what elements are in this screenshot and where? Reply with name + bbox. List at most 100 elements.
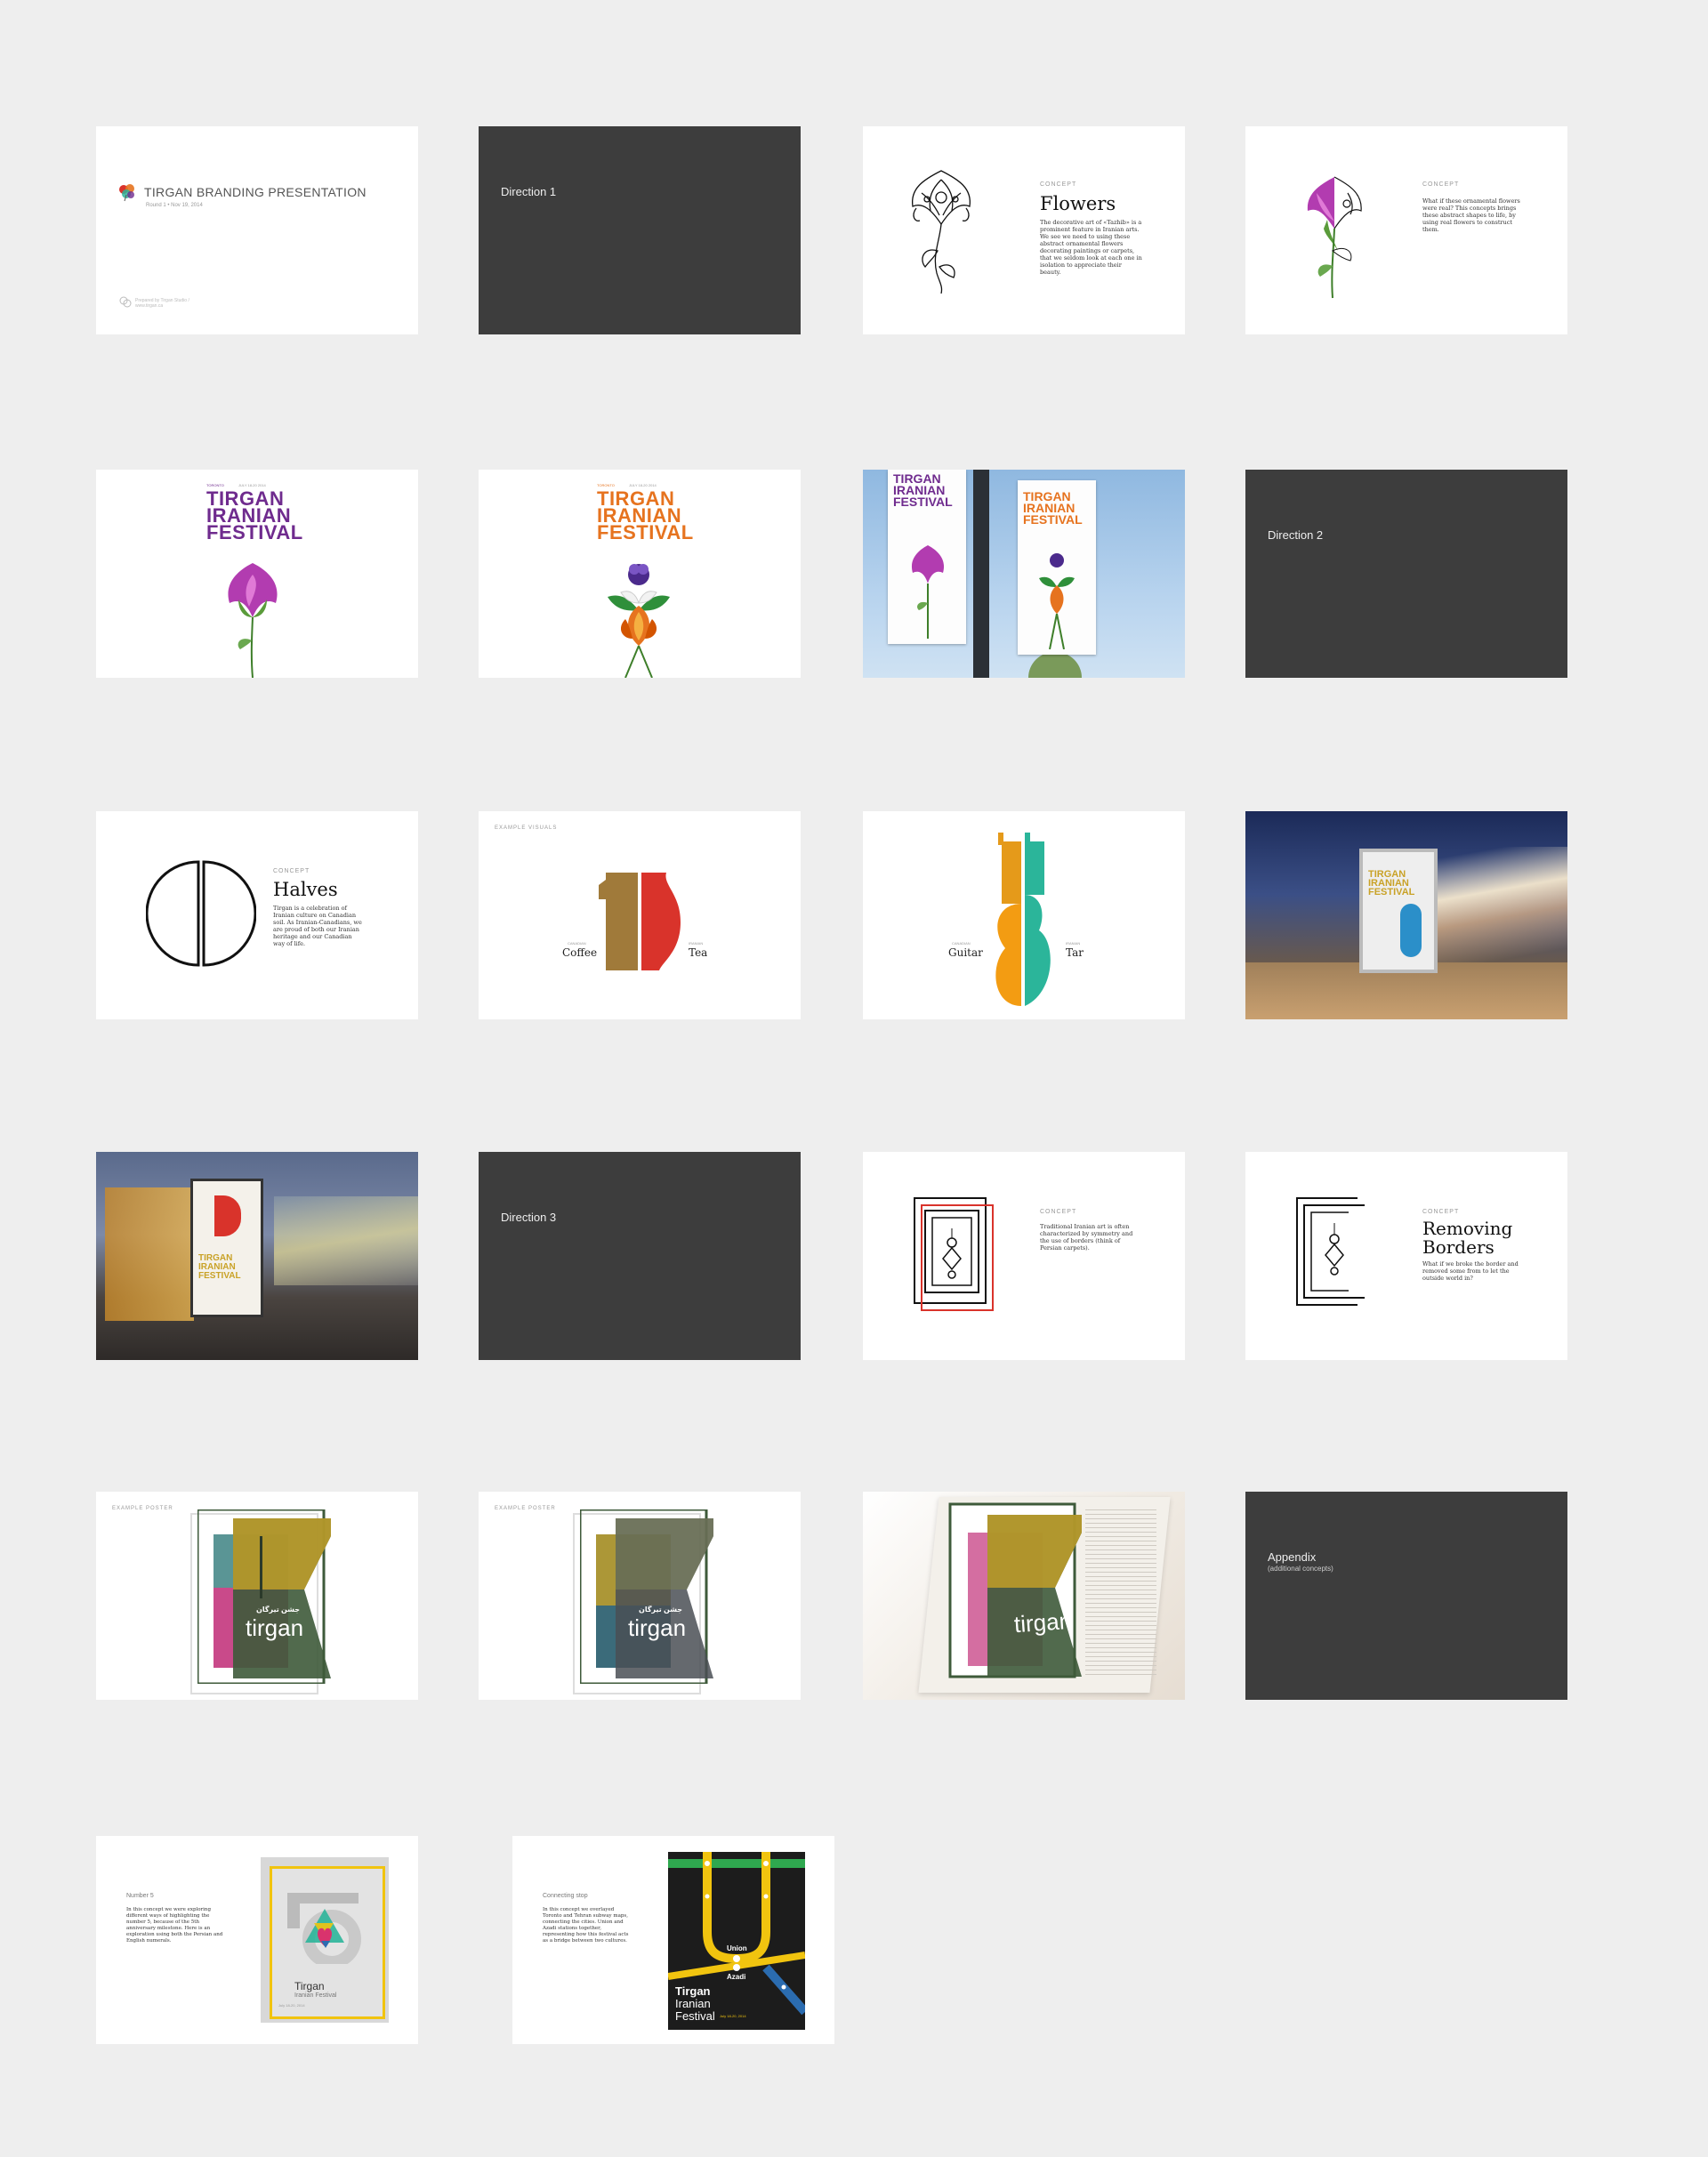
number5-label: Number 5 [126, 1893, 154, 1899]
ornamental-flower-icon [912, 170, 971, 294]
poster-persian-date-2: جشن تیرگان [639, 1606, 683, 1614]
banner-left-title-3: FESTIVAL [893, 495, 953, 509]
banner-right: TIRGAN IRANIAN FESTIVAL [1018, 480, 1096, 655]
poster-word-2: tirgan [628, 1614, 687, 1641]
slide-connecting-stop[interactable]: Connecting stop In this concept we overl… [512, 1836, 834, 2044]
subway-title-3: Festival [675, 2009, 715, 2023]
banner-left: TIRGAN IRANIAN FESTIVAL [888, 470, 966, 644]
coffee-label: Coffee [562, 946, 598, 959]
subway-title-2: Iranian [675, 1997, 711, 2010]
billboard-title-3: FESTIVAL [1368, 887, 1415, 897]
newspaper-poster-art [948, 1502, 1082, 1678]
slide-flowers-real[interactable]: CONCEPT What if these ornamental flowers… [1245, 126, 1567, 334]
subway-meta: July 18-20, 2014 [720, 2014, 746, 2018]
billboard-guitar-shape [1400, 904, 1422, 957]
banner-right-flower-icon [1039, 553, 1075, 649]
tea-label: Tea [689, 946, 708, 959]
motion-blur [274, 1196, 418, 1285]
slide-direction-2[interactable]: Direction 2 [1245, 470, 1567, 678]
slide-flowers-concept[interactable]: CONCEPT Flowers The decorative art of «T… [863, 126, 1185, 334]
guitar-small-label: CANADIAN [952, 941, 971, 946]
halves-heading: Halves [273, 879, 338, 900]
footer-logo-icon [119, 296, 132, 308]
slide-banner-photo[interactable]: TIRGAN IRANIAN FESTIVAL TIRGAN IRANIAN F… [863, 470, 1185, 678]
shelter-poster-shape [214, 1195, 241, 1236]
newspaper-text-lines [1085, 1509, 1156, 1678]
flowers-kicker: CONCEPT [1040, 181, 1077, 188]
slide-example-poster-1[interactable]: EXAMPLE POSTER جشن تیرگان tirgan [96, 1492, 418, 1700]
shelter-title-3: FESTIVAL [198, 1271, 241, 1281]
slide-coffee-tea[interactable]: EXAMPLE VISUALS CANADIAN Coffee IRANIAN … [479, 811, 801, 1019]
guitar-tar-icon [995, 833, 1051, 1006]
flowers-body: The decorative art of «Tazhib» is a prom… [1040, 219, 1142, 276]
flowers-heading: Flowers [1040, 193, 1116, 214]
slide-direction-3[interactable]: Direction 3 [479, 1152, 801, 1360]
tar-label: Tar [1066, 946, 1084, 959]
number5-poster: Tirgan Iranian Festival July 18-20, 2014 [261, 1857, 389, 2023]
tirgan-logo-icon [119, 184, 134, 202]
subway-poster: Union Azadi Tirgan Iranian Festival July… [668, 1852, 805, 2030]
slide-direction-1[interactable]: Direction 1 [479, 126, 801, 334]
poster-title-3: FESTIVAL [206, 521, 303, 543]
banner-right-title-3: FESTIVAL [1023, 512, 1083, 527]
billboard: TIRGAN IRANIAN FESTIVAL [1359, 849, 1438, 973]
concert-poster-art-2 [580, 1509, 713, 1684]
direction-2-label: Direction 2 [1268, 528, 1324, 542]
poster-word-1: tirgan [246, 1614, 304, 1641]
slide-number-5[interactable]: Number 5 In this concept we were explori… [96, 1836, 418, 2044]
connecting-label: Connecting stop [543, 1893, 588, 1899]
slide-poster-purple[interactable]: TORONTO JULY 18-20 2014 TIRGAN IRANIAN F… [96, 470, 418, 678]
poster-persian-date-1: جشن تیرگان [256, 1606, 301, 1614]
number5-poster-sub: Iranian Festival [294, 1992, 337, 1999]
tea-small-label: IRANIAN [689, 941, 704, 946]
poster-title-o3: FESTIVAL [597, 521, 694, 543]
borders-body: Traditional Iranian art is often charact… [1040, 1223, 1133, 1252]
slide-appendix[interactable]: Appendix (additional concepts) [1245, 1492, 1567, 1700]
coffee-small-label: CANADIAN [568, 941, 586, 946]
removing-borders-kicker: CONCEPT [1422, 1209, 1460, 1215]
connecting-body: In this concept we overlayed Toronto and… [543, 1907, 629, 1944]
appendix-sublabel: (additional concepts) [1268, 1565, 1333, 1573]
removing-borders-heading: Removing Borders [1422, 1218, 1513, 1258]
presentation-footer: Prepared by Tirgan Studio / www.tirgan.c… [135, 298, 189, 309]
slide-removing-borders[interactable]: CONCEPT Removing Borders What if we brok… [1245, 1152, 1567, 1360]
guitar-label: Guitar [948, 946, 983, 959]
slide-bus-shelter-photo[interactable]: TIRGAN IRANIAN FESTIVAL [96, 1152, 418, 1360]
borders-kicker: CONCEPT [1040, 1209, 1077, 1215]
slide-poster-orange[interactable]: TORONTO JULY 18-20 2014 TIRGAN IRANIAN F… [479, 470, 801, 678]
orange-flower-bouquet-icon [608, 564, 670, 678]
banner-left-flower-icon [911, 545, 945, 639]
slide-example-poster-2[interactable]: EXAMPLE POSTER جشن تیرگان tirgan [479, 1492, 801, 1700]
slide-halves-concept[interactable]: CONCEPT Halves Tirgan is a celebration o… [96, 811, 418, 1019]
example-poster-label-2: EXAMPLE POSTER [495, 1506, 556, 1511]
number5-body: In this concept we were exploring differ… [126, 1907, 223, 1944]
shelter-glow [105, 1187, 194, 1321]
tar-small-label: IRANIAN [1066, 941, 1081, 946]
slide-newspaper-photo[interactable]: tirgan [863, 1492, 1185, 1700]
tree-foliage [1028, 652, 1082, 678]
slide-borders-concept[interactable]: CONCEPT Traditional Iranian art is often… [863, 1152, 1185, 1360]
direction-3-label: Direction 3 [501, 1211, 557, 1224]
flowers2-kicker: CONCEPT [1422, 181, 1460, 188]
presentation-subtitle: Round 1 • Nov 19, 2014 [146, 203, 203, 208]
number5-poster-meta: July 18-20, 2014 [278, 2003, 305, 2008]
shelter-poster: TIRGAN IRANIAN FESTIVAL [190, 1179, 263, 1317]
slide-street-photo[interactable]: TIRGAN IRANIAN FESTIVAL [1245, 811, 1567, 1019]
removing-borders-body: What if we broke the border and removed … [1422, 1260, 1519, 1282]
example-visuals-label: EXAMPLE VISUALS [495, 825, 558, 831]
appendix-label: Appendix [1268, 1550, 1317, 1564]
number5-artwork-icon [287, 1893, 361, 1964]
slide-title[interactable]: TIRGAN BRANDING PRESENTATION Round 1 • N… [96, 126, 418, 334]
coffee-tea-icon [599, 873, 681, 970]
purple-flower-icon [228, 563, 278, 678]
example-poster-label-1: EXAMPLE POSTER [112, 1506, 173, 1511]
halves-circle-icon [146, 860, 256, 967]
slide-guitar-tar[interactable]: CANADIAN Guitar IRANIAN Tar [863, 811, 1185, 1019]
number5-poster-title: Tirgan [294, 1980, 325, 1992]
station-union: Union [727, 1944, 747, 1952]
station-azadi: Azadi [727, 1973, 746, 1981]
skyline-poster-art-1 [197, 1509, 331, 1684]
presentation-title: TIRGAN BRANDING PRESENTATION [144, 185, 367, 199]
newspaper-poster-word: tirgan [1012, 1606, 1073, 1638]
lamp-pole [973, 470, 989, 678]
